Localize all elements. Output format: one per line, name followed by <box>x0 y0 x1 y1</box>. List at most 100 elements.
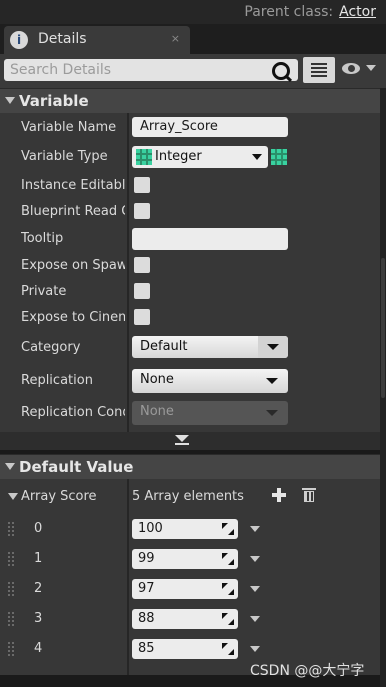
array-score-label: Array Score <box>21 489 97 504</box>
instance-editable-label: Instance Editable <box>21 178 125 193</box>
parent-class-label: Parent class: <box>244 4 334 20</box>
view-options-eye-icon[interactable] <box>342 62 362 76</box>
element-index: 0 <box>34 521 43 536</box>
row-blueprint-read-only: Blueprint Read Only <box>0 199 380 225</box>
element-value: 99 <box>138 551 155 566</box>
row-instance-editable: Instance Editable <box>0 173 380 199</box>
tab-close-button[interactable]: × <box>171 32 180 45</box>
replication-condition-label: Replication Condition <box>21 405 125 420</box>
row-replication: Replication None <box>0 368 380 394</box>
tab-details[interactable]: i Details × <box>4 26 190 54</box>
element-value-input[interactable]: 100 <box>132 519 238 539</box>
view-options-dropdown-icon[interactable] <box>366 65 376 71</box>
drag-handle-icon[interactable] <box>8 552 14 568</box>
parent-class: Parent class: Actor <box>244 4 376 20</box>
element-options-dropdown-icon[interactable] <box>250 646 260 652</box>
element-value: 88 <box>138 611 155 626</box>
row-variable-type: Variable Type Integer <box>0 144 380 170</box>
replication-condition-value: None <box>140 404 174 419</box>
blueprint-read-only-label: Blueprint Read Only <box>21 204 125 219</box>
row-category: Category Default <box>0 335 380 361</box>
search-input[interactable]: Search Details <box>4 59 298 81</box>
category-dropdown[interactable]: Default <box>132 336 288 358</box>
element-options-dropdown-icon[interactable] <box>250 586 260 592</box>
row-expose-on-spawn: Expose on Spawn <box>0 253 380 279</box>
category-value: Default <box>140 339 188 354</box>
chevron-down-icon <box>267 344 279 350</box>
expose-on-spawn-checkbox[interactable] <box>134 257 150 273</box>
advanced-expander[interactable] <box>0 432 380 450</box>
element-value-input[interactable]: 99 <box>132 549 238 569</box>
variable-type-dropdown[interactable]: Integer <box>132 146 268 168</box>
array-element-row: 0 100 <box>0 516 380 544</box>
details-toolbar: Search Details <box>0 54 386 88</box>
element-options-dropdown-icon[interactable] <box>250 526 260 532</box>
scrollbar-thumb[interactable] <box>381 258 385 398</box>
element-value: 85 <box>138 641 155 656</box>
search-placeholder: Search Details <box>10 62 112 78</box>
tooltip-label: Tooltip <box>21 231 64 246</box>
title-bar: Parent class: Actor <box>0 0 386 24</box>
search-icon[interactable] <box>272 62 290 80</box>
expose-on-spawn-label: Expose on Spawn <box>21 258 125 273</box>
tooltip-input[interactable] <box>132 228 288 250</box>
blueprint-read-only-checkbox[interactable] <box>134 203 150 219</box>
chevron-down-icon <box>266 378 278 384</box>
tab-strip: i Details × <box>0 24 386 54</box>
array-element-row: 2 97 <box>0 576 380 604</box>
watermark: CSDN @@大宁字 <box>250 663 365 679</box>
chevron-down-icon <box>266 410 278 416</box>
element-value: 100 <box>138 521 163 536</box>
resize-arrows-icon <box>222 643 234 655</box>
section-header-variable[interactable]: Variable <box>0 88 386 113</box>
private-checkbox[interactable] <box>134 283 150 299</box>
container-type-array-icon[interactable] <box>271 149 287 165</box>
chevron-down-icon <box>252 154 262 160</box>
parent-class-link[interactable]: Actor <box>339 4 376 20</box>
row-array-score: Array Score 5 Array elements <box>0 484 380 510</box>
drag-handle-icon[interactable] <box>8 522 14 538</box>
property-matrix-button[interactable] <box>303 57 335 83</box>
instance-editable-checkbox[interactable] <box>134 177 150 193</box>
replication-condition-dropdown: None <box>132 401 288 425</box>
array-count-text: 5 Array elements <box>132 489 244 504</box>
element-value-input[interactable]: 97 <box>132 579 238 599</box>
add-element-icon[interactable] <box>272 488 286 502</box>
section-title-default-value: Default Value <box>19 458 134 476</box>
array-element-row: 3 88 <box>0 606 380 634</box>
resize-arrows-icon <box>222 523 234 535</box>
resize-arrows-icon <box>222 553 234 565</box>
section-title-variable: Variable <box>19 92 89 110</box>
variable-name-input[interactable]: Array_Score <box>132 117 288 137</box>
element-index: 1 <box>34 551 43 566</box>
expose-to-cinematics-checkbox[interactable] <box>134 309 150 325</box>
element-options-dropdown-icon[interactable] <box>250 616 260 622</box>
section-header-default-value[interactable]: Default Value <box>0 454 386 479</box>
element-index: 3 <box>34 611 43 626</box>
row-tooltip: Tooltip <box>0 226 380 252</box>
element-index: 2 <box>34 581 43 596</box>
replication-value: None <box>140 372 174 387</box>
details-icon: i <box>10 31 28 49</box>
element-value-input[interactable]: 85 <box>132 639 238 659</box>
variable-name-value: Array_Score <box>140 119 218 134</box>
variable-name-label: Variable Name <box>21 120 117 135</box>
row-expose-to-cinematics: Expose to Cinematics <box>0 305 380 331</box>
element-index: 4 <box>34 641 43 656</box>
replication-label: Replication <box>21 373 93 388</box>
resize-arrows-icon <box>222 613 234 625</box>
drag-handle-icon[interactable] <box>8 642 14 658</box>
drag-handle-icon[interactable] <box>8 612 14 628</box>
collapse-triangle-icon <box>5 97 15 104</box>
details-scrollbar[interactable] <box>380 88 386 687</box>
list-icon <box>311 63 327 77</box>
replication-dropdown[interactable]: None <box>132 369 288 393</box>
element-options-dropdown-icon[interactable] <box>250 556 260 562</box>
element-value-input[interactable]: 88 <box>132 609 238 629</box>
variable-type-label: Variable Type <box>21 149 108 164</box>
row-private: Private <box>0 279 380 305</box>
category-label: Category <box>21 340 81 355</box>
drag-handle-icon[interactable] <box>8 582 14 598</box>
clear-array-icon[interactable] <box>302 488 316 502</box>
array-element-row: 1 99 <box>0 546 380 574</box>
